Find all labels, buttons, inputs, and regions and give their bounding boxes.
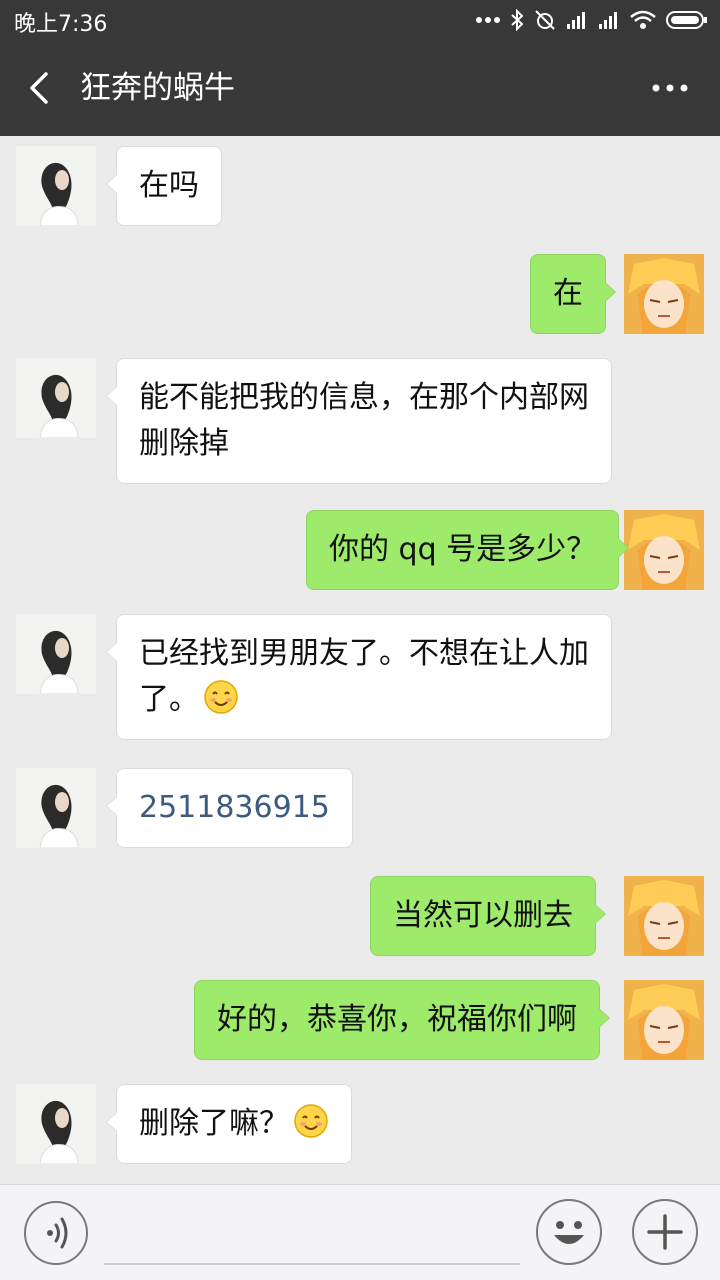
chevron-left-icon[interactable] <box>24 70 60 106</box>
message-bubble-received[interactable]: 删除了嘛？ <box>106 1084 352 1164</box>
message-text: 在 <box>553 276 583 311</box>
status-icons <box>476 6 708 34</box>
message-input[interactable] <box>104 1205 520 1265</box>
chat-title: 狂奔的蜗牛 <box>80 70 235 106</box>
message-text: 在吗 <box>139 168 199 203</box>
signal-icon <box>599 12 617 29</box>
message-bubble-sent[interactable]: 你的 qq 号是多少？ <box>306 510 630 590</box>
my-avatar[interactable] <box>624 876 704 956</box>
message-text: 已经找到男朋友了。不想在让人加 <box>139 636 589 671</box>
alarm-off-icon <box>535 10 555 30</box>
input-bar <box>0 1184 720 1280</box>
message-text[interactable]: 2511836915 <box>139 785 330 831</box>
message-bubble-received[interactable]: 能不能把我的信息，在那个内部网 删除掉 <box>106 358 612 484</box>
message-bubble-sent[interactable]: 当然可以删去 <box>370 876 606 956</box>
message-text: 你的 qq 号是多少？ <box>329 532 597 567</box>
message-bubble-sent[interactable]: 好的，恭喜你，祝福你们啊 <box>194 980 610 1060</box>
my-avatar[interactable] <box>624 254 704 334</box>
contact-avatar[interactable] <box>16 614 96 694</box>
message-bubble-received[interactable]: 2511836915 <box>106 768 353 848</box>
plus-icon <box>647 1214 683 1250</box>
my-avatar[interactable] <box>624 510 704 590</box>
emoji-button[interactable] <box>536 1199 602 1265</box>
emoji-face-icon <box>554 1221 584 1244</box>
message-text: 删除了嘛？ <box>139 1106 289 1141</box>
status-time: 晚上7:36 <box>14 12 108 37</box>
chat-header: 狂奔的蜗牛 <box>0 40 720 136</box>
message-text: 了。 <box>139 682 199 717</box>
plus-button[interactable] <box>632 1199 698 1265</box>
message-bubble-received[interactable]: 已经找到男朋友了。不想在让人加 了。 <box>106 614 612 740</box>
message-text: 当然可以删去 <box>393 898 573 933</box>
contact-avatar[interactable] <box>16 768 96 848</box>
message-text: 能不能把我的信息，在那个内部网 <box>139 380 589 415</box>
message-bubble-received[interactable]: 在吗 <box>106 146 222 226</box>
contact-avatar[interactable] <box>16 1084 96 1164</box>
more-dots-icon <box>476 17 500 23</box>
my-avatar[interactable] <box>624 980 704 1060</box>
message-text: 好的，恭喜你，祝福你们啊 <box>217 1002 577 1037</box>
contact-avatar[interactable] <box>16 146 96 226</box>
signal-icon <box>567 12 585 29</box>
smile-emoji-icon <box>204 680 238 714</box>
bluetooth-icon <box>511 9 524 31</box>
message-list[interactable]: 在吗 在 能不能把我的信息，在那个内部网 删除掉 你的 qq 号是多少？ 已经找… <box>0 136 720 1184</box>
voice-icon <box>47 1217 68 1249</box>
wifi-icon <box>630 10 656 29</box>
message-text: 删除掉 <box>139 426 229 461</box>
voice-button[interactable] <box>24 1201 88 1265</box>
status-bar: 晚上7:36 <box>0 0 720 40</box>
contact-avatar[interactable] <box>16 358 96 438</box>
smile-emoji-icon <box>294 1104 328 1138</box>
battery-icon <box>666 11 707 29</box>
message-bubble-sent[interactable]: 在 <box>530 254 616 334</box>
more-horizontal-icon[interactable] <box>650 76 690 100</box>
